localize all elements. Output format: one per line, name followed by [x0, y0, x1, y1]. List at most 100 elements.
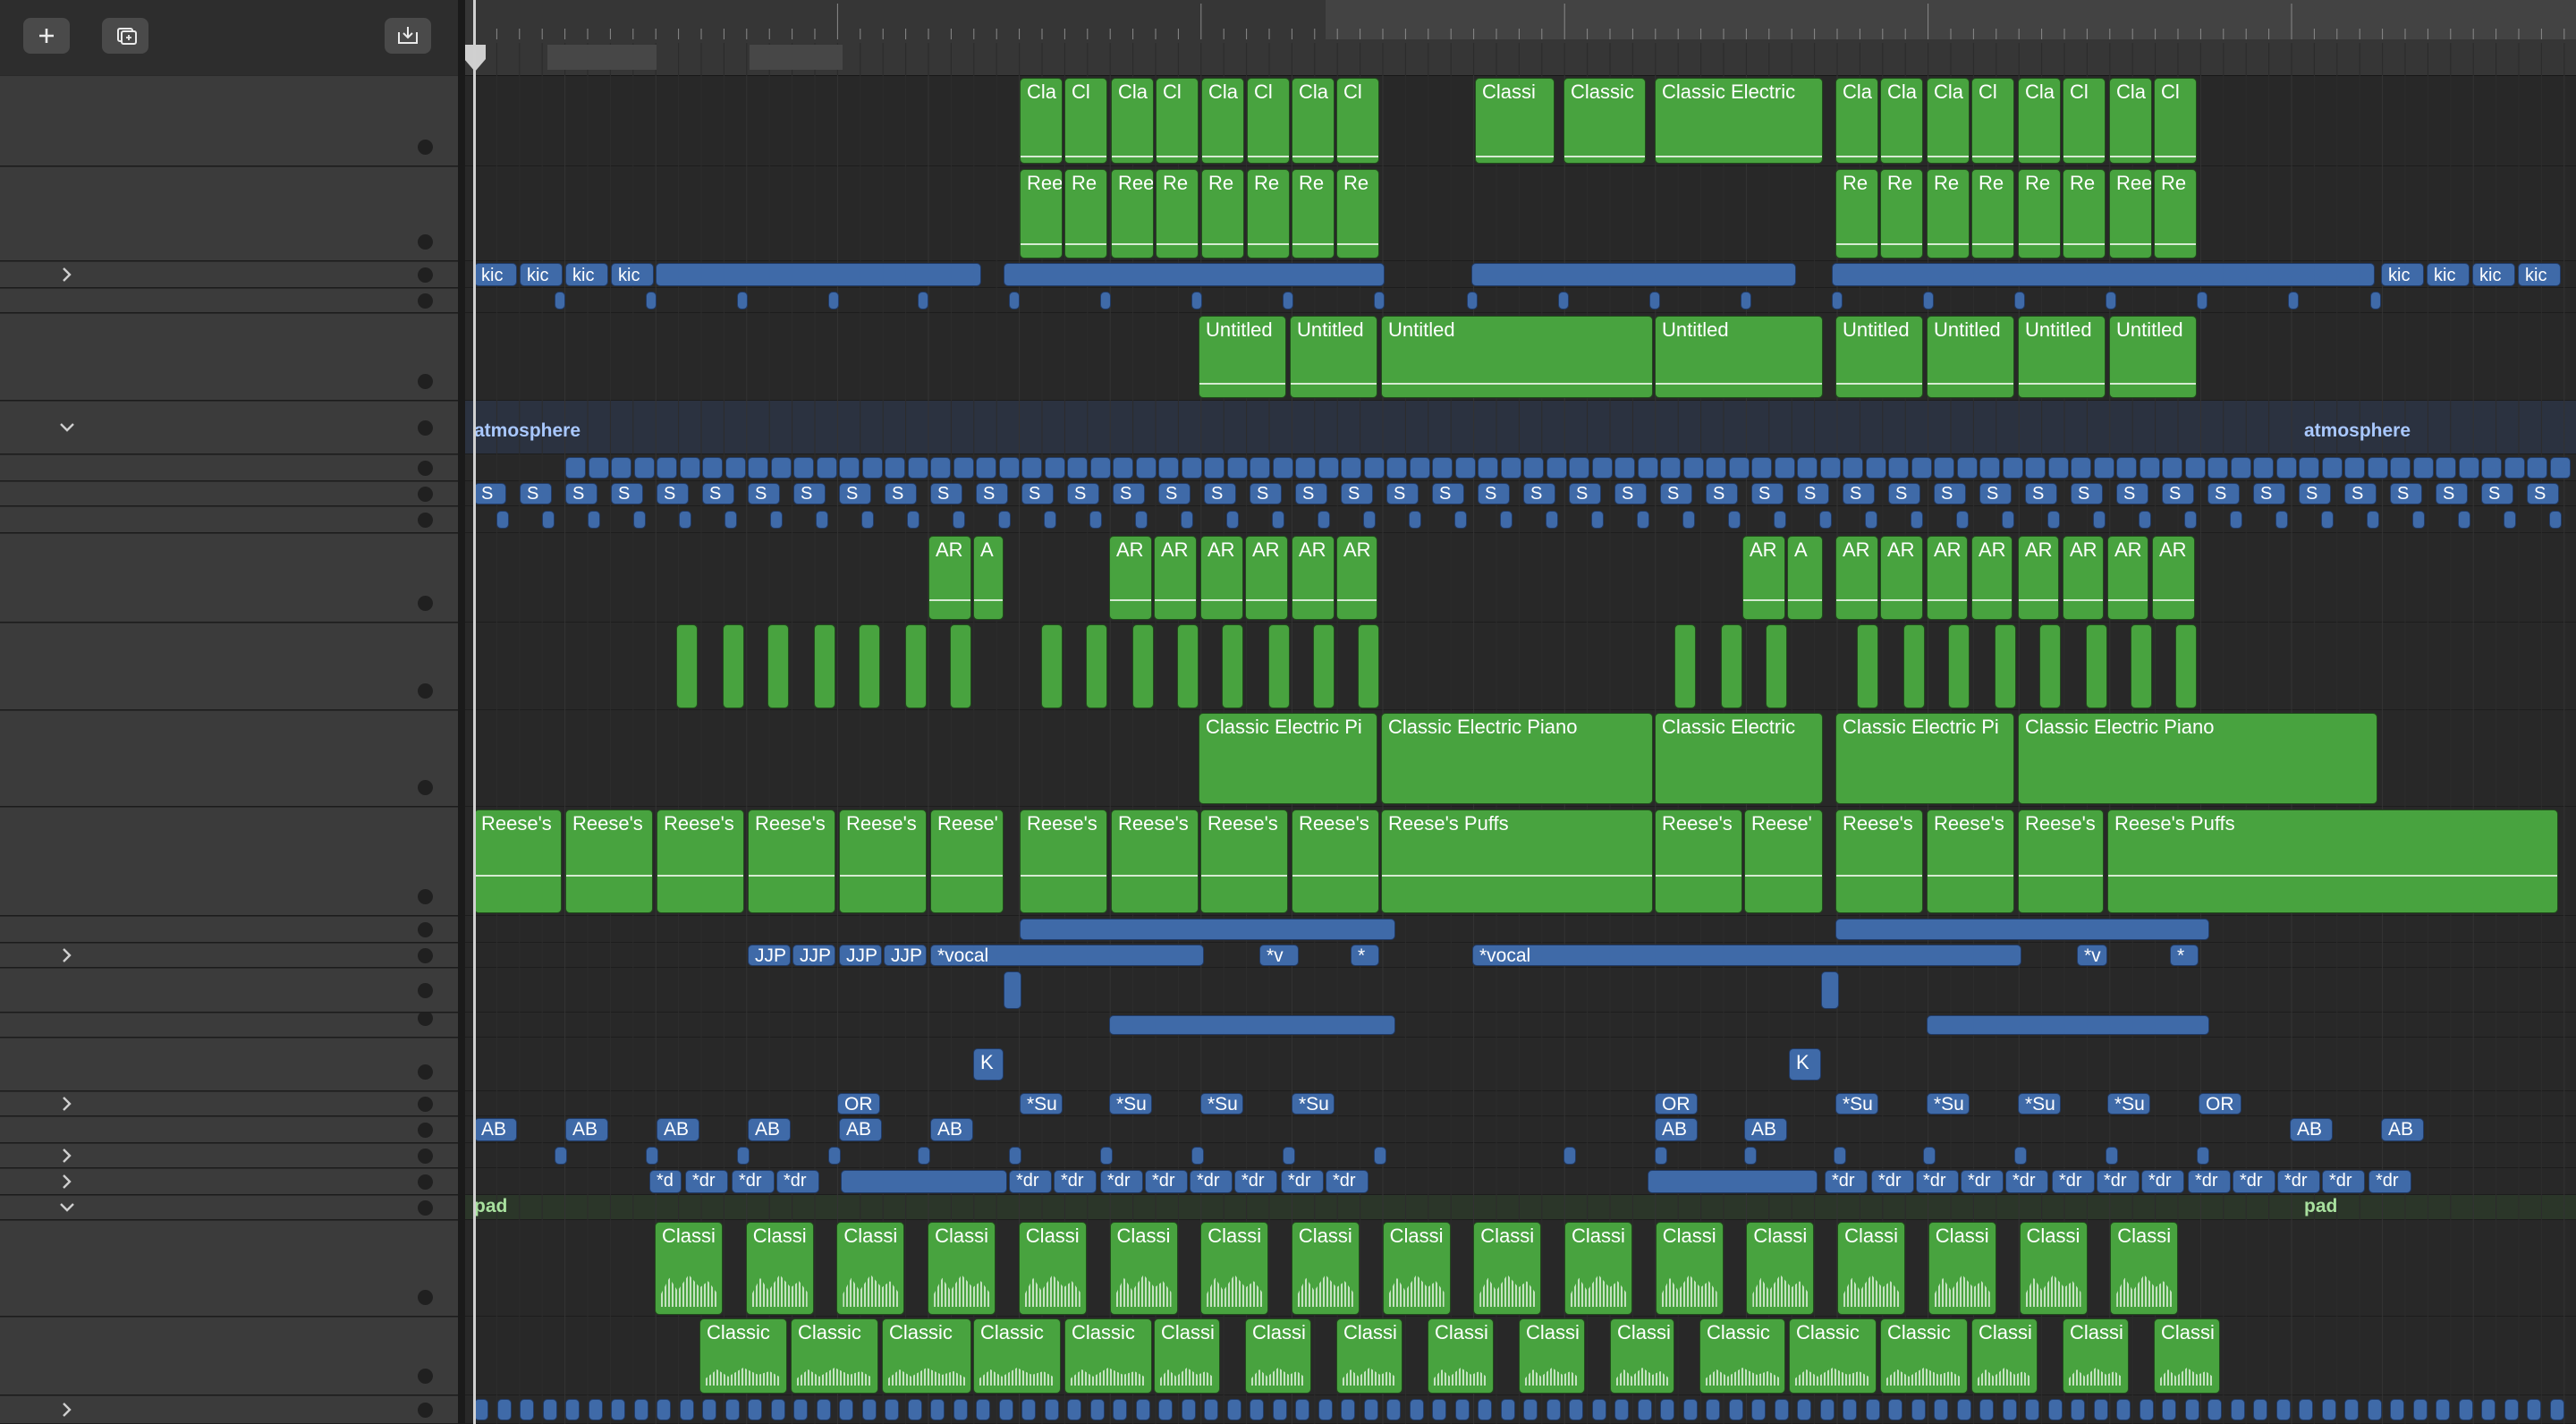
region[interactable]: Classic [791, 1318, 878, 1394]
region[interactable]: Classi [1382, 1222, 1451, 1315]
audio-hit-region[interactable] [2093, 511, 2106, 529]
region[interactable]: kic [2381, 263, 2424, 286]
audio-hit-region[interactable] [748, 1399, 762, 1420]
audio-loop-region[interactable] [657, 457, 677, 479]
region[interactable]: *dr [1326, 1170, 1368, 1193]
midi-region[interactable] [1177, 624, 1199, 708]
region[interactable]: Classic [1789, 1318, 1877, 1394]
region[interactable]: AR [2063, 536, 2104, 620]
record-enable-icon[interactable] [418, 1200, 433, 1216]
audio-hit-region[interactable] [1649, 292, 1660, 309]
audio-loop-region[interactable] [1204, 457, 1224, 479]
region[interactable]: AB [657, 1118, 699, 1141]
audio-hit-region[interactable] [1865, 1399, 1880, 1420]
audio-hit-region[interactable] [2390, 1399, 2404, 1420]
audio-hit-region[interactable] [588, 511, 600, 529]
region[interactable]: JJP [748, 945, 791, 966]
record-enable-icon[interactable] [418, 683, 433, 699]
record-enable-icon[interactable] [418, 1403, 433, 1418]
track-header-11[interactable] [0, 401, 458, 454]
region[interactable]: *vocal [930, 945, 1204, 966]
audio-loop-region[interactable] [1660, 457, 1681, 479]
midi-region[interactable] [1766, 624, 1787, 708]
region[interactable]: S [1843, 483, 1875, 504]
region[interactable]: AR [1835, 536, 1878, 620]
audio-hit-region[interactable] [1956, 1399, 1971, 1420]
region[interactable]: Cla [1880, 78, 1923, 164]
region[interactable]: kic [2427, 263, 2470, 286]
region[interactable]: *dr [1190, 1170, 1233, 1193]
audio-hit-region[interactable] [1923, 292, 1934, 309]
region[interactable]: Re [1247, 169, 1290, 259]
region[interactable]: S [1614, 483, 1647, 504]
region[interactable]: *Su [1020, 1093, 1063, 1115]
record-enable-icon[interactable] [418, 1123, 433, 1138]
track-lane-25[interactable] [465, 1013, 2576, 1038]
audio-hit-region[interactable] [1318, 1399, 1333, 1420]
audio-loop-region[interactable] [633, 457, 655, 479]
midi-region[interactable] [676, 624, 698, 708]
audio-hit-region[interactable] [588, 1399, 603, 1420]
region[interactable]: *dr [2322, 1170, 2365, 1193]
audio-loop-region[interactable] [2549, 457, 2571, 479]
track-header-59[interactable] [0, 1317, 458, 1395]
region[interactable]: Re [1292, 169, 1335, 259]
audio-loop-region[interactable] [679, 457, 700, 479]
track-lane-32[interactable] [465, 1143, 2576, 1168]
region[interactable]: Untitled [1655, 316, 1823, 398]
region[interactable]: *Su [1927, 1093, 1970, 1115]
audio-hit-region[interactable] [907, 1399, 922, 1420]
region[interactable]: kic [611, 263, 654, 286]
audio-loop-region[interactable] [1021, 457, 1042, 479]
audio-hit-region[interactable] [2549, 1399, 2564, 1420]
track-lane-26[interactable] [465, 1038, 2576, 1091]
audio-hit-region[interactable] [861, 511, 874, 529]
region[interactable]: JJP [884, 945, 927, 966]
audio-hit-region[interactable] [1272, 511, 1284, 529]
chevron-down-icon[interactable] [57, 1199, 77, 1220]
region[interactable]: S [2527, 483, 2559, 504]
audio-hit-region[interactable] [1181, 511, 1193, 529]
region[interactable]: Cl [2063, 78, 2106, 164]
track-header-57[interactable] [0, 1195, 458, 1220]
audio-loop-region[interactable] [1774, 457, 1795, 479]
region[interactable]: Re [1336, 169, 1379, 259]
audio-hit-region[interactable] [839, 1399, 853, 1420]
audio-hit-region[interactable] [520, 1399, 534, 1420]
record-enable-icon[interactable] [418, 983, 433, 998]
audio-loop-region[interactable] [1728, 457, 1750, 479]
region[interactable]: Re [1835, 169, 1878, 259]
audio-loop-region[interactable] [1089, 457, 1111, 479]
region[interactable]: Reese's [1111, 809, 1199, 913]
track-header-20[interactable] [0, 943, 458, 968]
midi-region[interactable] [1903, 624, 1925, 708]
track-lane-24[interactable] [465, 968, 2576, 1013]
audio-loop-region[interactable] [1044, 457, 1065, 479]
region[interactable]: Classi [1245, 1318, 1311, 1394]
audio-loop-region[interactable] [907, 457, 928, 479]
region[interactable]: AR [1109, 536, 1152, 620]
hat-pattern-region[interactable] [1927, 1015, 2209, 1035]
region[interactable]: Classi [2063, 1318, 2129, 1394]
record-enable-icon[interactable] [418, 1174, 433, 1190]
region[interactable]: Classi [1018, 1222, 1087, 1315]
region[interactable]: S [2390, 483, 2422, 504]
region[interactable]: S [1113, 483, 1145, 504]
midi-region[interactable] [1041, 624, 1063, 708]
region[interactable]: *dr [1916, 1170, 1959, 1193]
region[interactable]: Classi [1971, 1318, 2038, 1394]
region[interactable]: A [1787, 536, 1823, 620]
audio-loop-region[interactable] [1432, 457, 1453, 479]
region[interactable]: AB [2290, 1118, 2333, 1141]
hat-pattern-region[interactable] [1020, 919, 1395, 940]
region[interactable]: Classi [2019, 1222, 2088, 1315]
region[interactable]: S [2162, 483, 2194, 504]
audio-hit-region[interactable] [1113, 1399, 1127, 1420]
track-lane-15[interactable] [465, 533, 2576, 623]
region[interactable]: S [1204, 483, 1236, 504]
region[interactable]: S [1386, 483, 1419, 504]
audio-hit-region[interactable] [2139, 1399, 2154, 1420]
audio-hit-region[interactable] [1135, 511, 1148, 529]
audio-hit-region[interactable] [2275, 511, 2288, 529]
audio-loop-region[interactable] [2139, 457, 2160, 479]
